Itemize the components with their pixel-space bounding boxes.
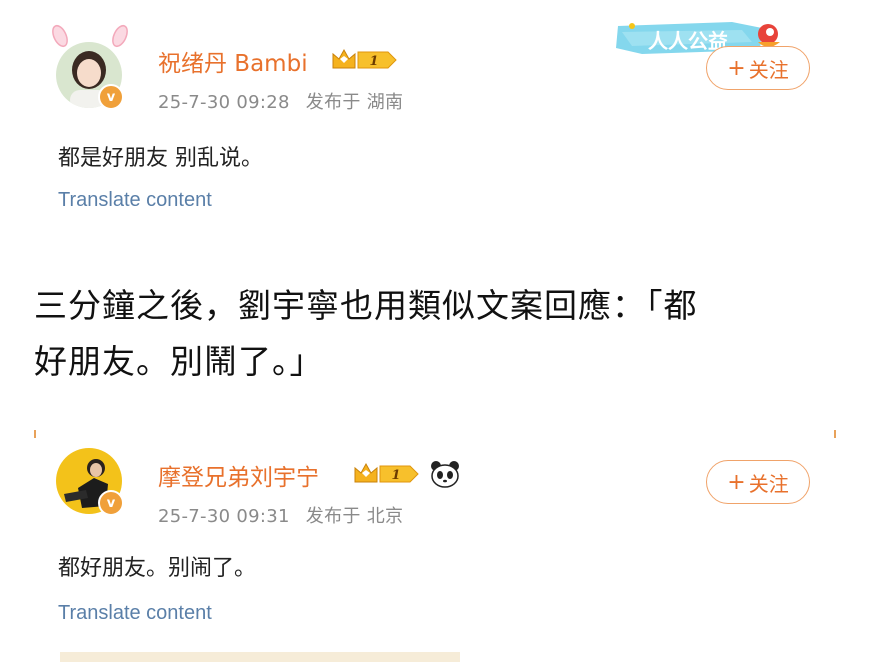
article-caption: 三分鐘之後，劉宇寧也用類似文案回應：「都 好朋友。別鬧了。」 [34,278,834,390]
translate-content-link[interactable]: Translate content [58,602,212,625]
avatar[interactable]: v [56,448,124,516]
post-content: 都好朋友。别闹了。 [58,556,257,581]
vip-crown-level-icon: 1 [354,462,419,483]
caption-line-2: 好朋友。別鬧了。」 [34,342,324,381]
plus-icon: + [727,55,746,81]
timestamp: 25-7-30 09:31 [158,506,290,527]
avatar[interactable]: v [52,24,128,110]
follow-button[interactable]: + 关注 [706,46,810,90]
username[interactable]: 祝绪丹 Bambi [158,44,308,78]
plus-icon: + [727,469,746,495]
follow-button-label: 关注 [748,57,789,82]
weibo-post-2: v 摩登兄弟刘宇宁 1 25-7-30 09:31 发布于 北京 + 关注 都好… [0,424,869,662]
timestamp: 25-7-30 09:28 [158,92,290,113]
svg-text:1: 1 [391,468,400,483]
translate-content-link[interactable]: Translate content [58,189,212,212]
next-card-edge [60,652,460,662]
follow-button[interactable]: + 关注 [706,460,810,504]
follow-button-label: 关注 [748,471,789,496]
caption-line-1: 三分鐘之後，劉宇寧也用類似文案回應：「都 [34,286,698,325]
post-content: 都是好朋友 别乱说。 [58,146,263,171]
panda-icon [431,461,459,488]
weibo-post-1: v 祝绪丹 Bambi 1 25-7-30 09:28 发布于 湖南 人人公益 … [0,0,869,232]
location: 发布于 湖南 [305,92,404,113]
post-meta: 25-7-30 09:28 发布于 湖南 [158,88,403,114]
svg-text:1: 1 [369,54,378,69]
location: 发布于 北京 [305,506,404,527]
post-meta: 25-7-30 09:31 发布于 北京 [158,502,403,528]
verified-badge-icon: v [98,490,124,516]
verified-badge-icon: v [98,84,124,110]
vip-crown-level-icon: 1 [332,48,397,69]
username[interactable]: 摩登兄弟刘宇宁 [158,458,319,492]
